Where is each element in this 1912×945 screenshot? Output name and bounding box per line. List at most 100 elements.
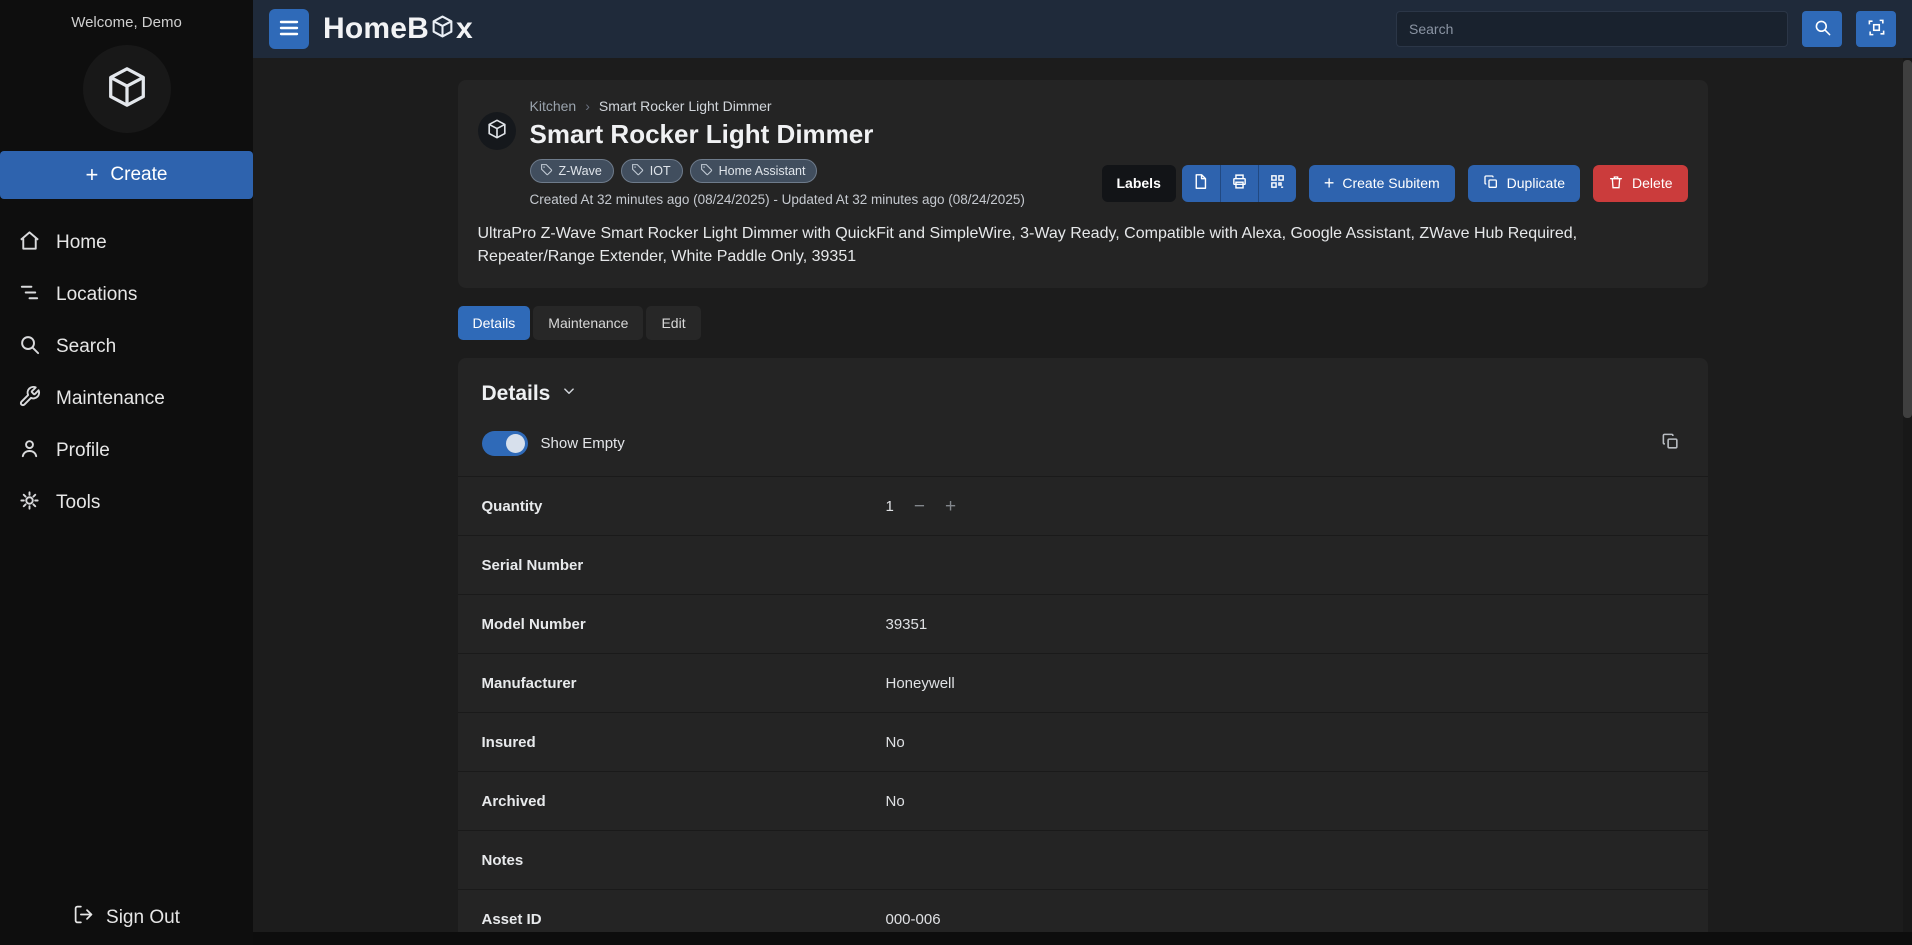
box-cube-icon <box>486 118 508 145</box>
sidebar-item-tools[interactable]: Tools <box>0 477 253 529</box>
detail-label: Model Number <box>482 616 886 633</box>
duplicate-label: Duplicate <box>1507 175 1565 191</box>
copy-details-button[interactable] <box>1657 428 1684 458</box>
label-tag[interactable]: Home Assistant <box>690 159 818 183</box>
topbar: HomeB x <box>253 0 1912 58</box>
file-icon <box>1192 173 1209 193</box>
search-icon <box>18 333 41 362</box>
copy-icon <box>1661 432 1680 454</box>
box-cube-icon <box>429 11 456 47</box>
qr-code-icon <box>1269 173 1286 193</box>
menu-button[interactable] <box>269 9 309 49</box>
detail-row-archived: Archived No <box>458 771 1708 830</box>
tab-edit[interactable]: Edit <box>646 306 700 340</box>
hamburger-icon <box>277 16 301 43</box>
trash-icon <box>1608 174 1624 193</box>
detail-row-model-number: Model Number 39351 <box>458 594 1708 653</box>
qr-code-button[interactable] <box>1258 165 1296 202</box>
show-empty-toggle[interactable] <box>482 431 528 456</box>
detail-label: Serial Number <box>482 557 886 574</box>
detail-label: Notes <box>482 852 886 869</box>
sidebar-item-home[interactable]: Home <box>0 217 253 269</box>
detail-row-quantity: Quantity 1 − + <box>458 476 1708 535</box>
item-icon-button-group <box>1182 165 1296 202</box>
sign-out-button[interactable]: Sign Out <box>0 904 253 931</box>
copy-icon <box>1483 174 1499 193</box>
scan-button[interactable] <box>1856 11 1896 47</box>
scrollbar[interactable] <box>1903 58 1912 932</box>
label-tag-text: Z-Wave <box>559 164 602 178</box>
details-card: Details Show Empty <box>458 358 1708 932</box>
brand-text-post: x <box>456 12 473 46</box>
tab-details[interactable]: Details <box>458 306 531 340</box>
sidebar-item-label: Profile <box>56 440 110 462</box>
search-button[interactable] <box>1802 11 1842 47</box>
main-area: HomeB x <box>253 0 1912 945</box>
delete-button[interactable]: Delete <box>1593 165 1687 202</box>
create-subitem-label: Create Subitem <box>1342 175 1439 191</box>
sidebar-item-profile[interactable]: Profile <box>0 425 253 477</box>
detail-value: Honeywell <box>886 675 1684 692</box>
detail-row-insured: Insured No <box>458 712 1708 771</box>
tag-icon <box>631 163 644 179</box>
search-input[interactable] <box>1396 11 1788 47</box>
chevron-right-icon: › <box>585 98 590 114</box>
hierarchy-icon <box>18 281 41 310</box>
sidebar: Welcome, Demo + Create Ho <box>0 0 253 945</box>
sidebar-item-search[interactable]: Search <box>0 321 253 373</box>
search-icon <box>1813 18 1832 40</box>
detail-label: Quantity <box>482 498 886 515</box>
item-header-card: Kitchen › Smart Rocker Light Dimmer Smar… <box>458 80 1708 288</box>
detail-value: No <box>886 793 1684 810</box>
breadcrumb-current: Smart Rocker Light Dimmer <box>599 98 772 114</box>
chevron-down-icon <box>560 382 578 406</box>
quantity-increment-button[interactable]: + <box>945 497 956 516</box>
toggle-knob <box>506 434 525 453</box>
sidebar-nav: Home Locations Search <box>0 217 253 529</box>
detail-value: No <box>886 734 1684 751</box>
brand-text-pre: HomeB <box>323 12 429 46</box>
home-icon <box>18 229 41 258</box>
label-tag[interactable]: Z-Wave <box>530 159 614 183</box>
create-button[interactable]: + Create <box>0 151 253 199</box>
create-subitem-button[interactable]: + Create Subitem <box>1309 165 1455 202</box>
sign-out-label: Sign Out <box>106 907 180 929</box>
box-cube-icon <box>104 64 150 115</box>
label-tag-text: IOT <box>650 164 671 178</box>
logout-icon <box>73 904 94 931</box>
delete-label: Delete <box>1632 175 1672 191</box>
sidebar-item-label: Search <box>56 336 116 358</box>
label-tag[interactable]: IOT <box>621 159 683 183</box>
bottom-strip <box>253 932 1912 945</box>
item-description: UltraPro Z-Wave Smart Rocker Light Dimme… <box>478 222 1688 268</box>
duplicate-button[interactable]: Duplicate <box>1468 165 1580 202</box>
sidebar-item-label: Tools <box>56 492 100 514</box>
sidebar-item-locations[interactable]: Locations <box>0 269 253 321</box>
printer-button[interactable] <box>1220 165 1258 202</box>
breadcrumb-parent[interactable]: Kitchen <box>530 98 577 114</box>
labels-button-label: Labels <box>1117 175 1161 191</box>
breadcrumb: Kitchen › Smart Rocker Light Dimmer <box>530 98 1688 114</box>
detail-value: 000-006 <box>886 911 1684 928</box>
wrench-icon <box>18 385 41 414</box>
item-avatar <box>478 112 516 150</box>
app-title: HomeB x <box>323 11 473 47</box>
details-section-header[interactable]: Details <box>482 382 1684 406</box>
qr-scan-icon <box>1867 18 1886 40</box>
sidebar-item-maintenance[interactable]: Maintenance <box>0 373 253 425</box>
user-icon <box>18 437 41 466</box>
detail-value: 39351 <box>886 616 1684 633</box>
file-button[interactable] <box>1182 165 1220 202</box>
tab-maintenance[interactable]: Maintenance <box>533 306 643 340</box>
scrollbar-thumb[interactable] <box>1903 60 1912 418</box>
item-actions: Labels <box>1102 165 1688 202</box>
quantity-value: 1 <box>886 498 894 515</box>
welcome-text: Welcome, Demo <box>0 0 253 31</box>
label-tag-text: Home Assistant <box>719 164 806 178</box>
detail-row-serial-number: Serial Number <box>458 535 1708 594</box>
homebox-logo-circle <box>83 45 171 133</box>
quantity-decrement-button[interactable]: − <box>914 497 925 516</box>
details-section-title: Details <box>482 382 551 406</box>
app-root: Welcome, Demo + Create Ho <box>0 0 1912 945</box>
labels-button[interactable]: Labels <box>1102 165 1176 202</box>
